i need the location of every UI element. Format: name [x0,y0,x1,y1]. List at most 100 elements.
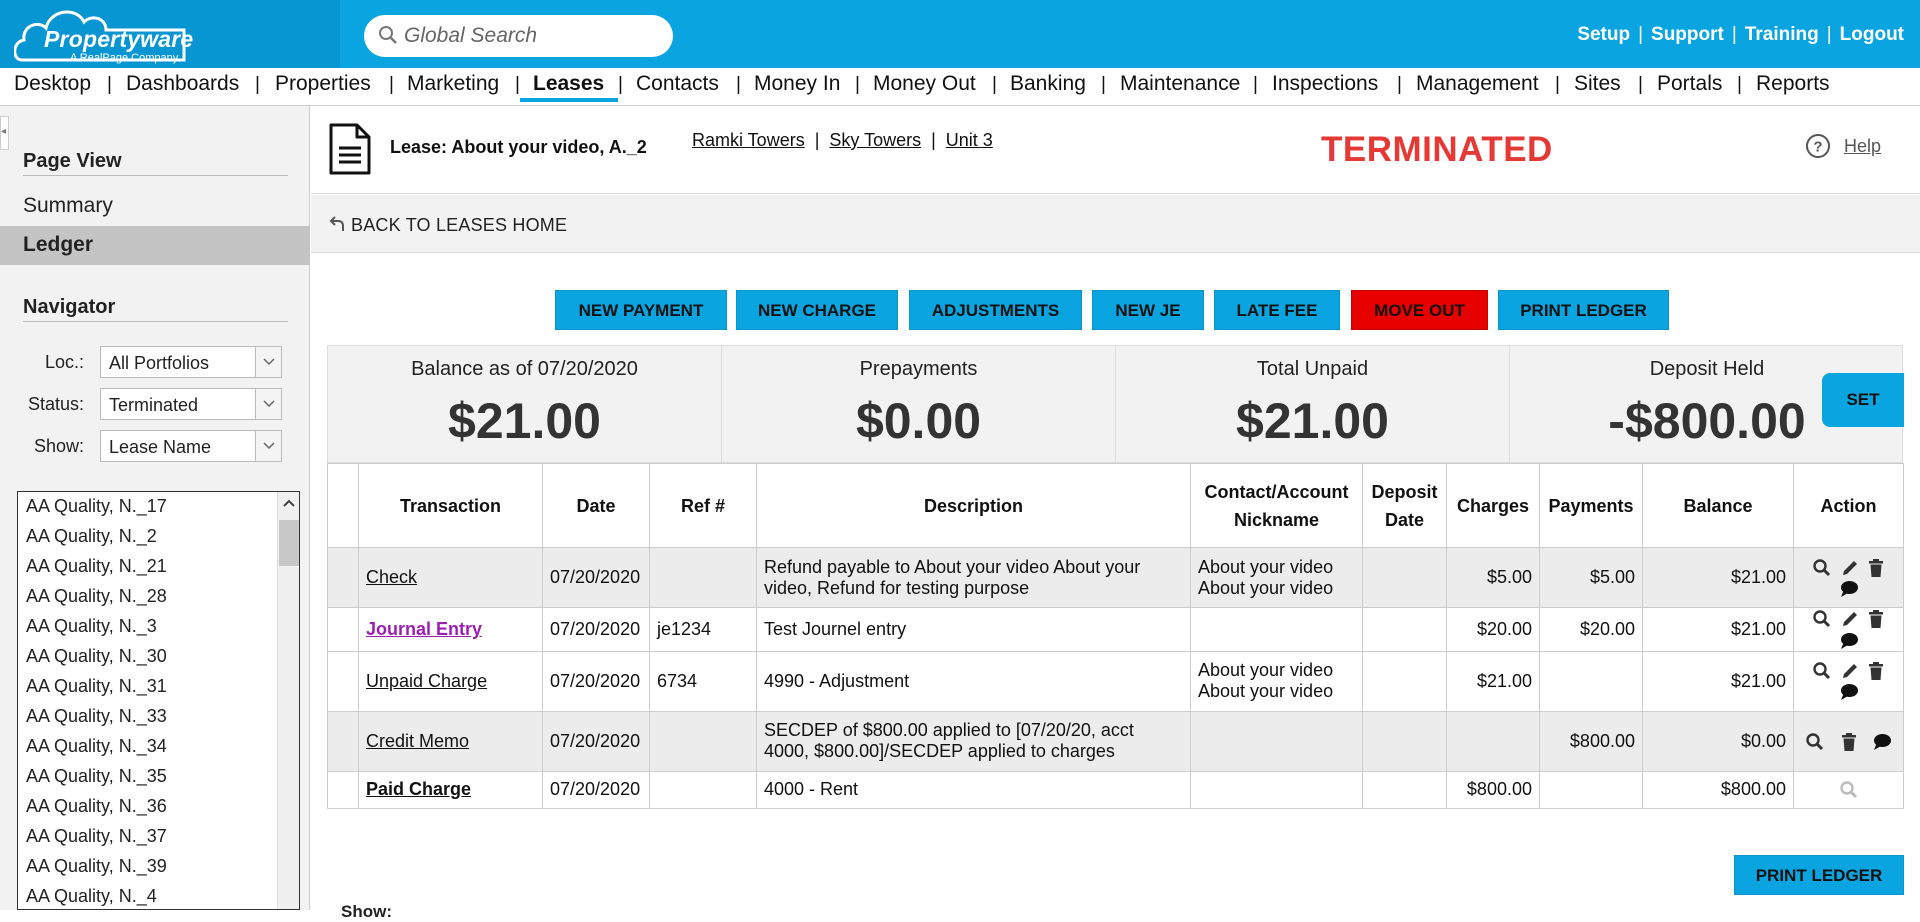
list-item[interactable]: AA Quality, N._21 [26,556,167,577]
nav-marketing[interactable]: Marketing [407,72,499,96]
scroll-thumb[interactable] [279,520,299,566]
cell-date: 07/20/2020 [542,770,650,809]
transaction-link[interactable]: Journal Entry [366,619,482,639]
column-header-date[interactable]: Date [542,463,650,548]
column-header-ref[interactable]: Ref # [649,463,757,548]
chevron-up-icon[interactable] [282,496,296,510]
adjustments-button[interactable]: ADJUSTMENTS [909,290,1082,330]
logout-link[interactable]: Logout [1840,24,1904,45]
nav-contacts[interactable]: Contacts [636,72,719,96]
transaction-link[interactable]: Paid Charge [366,779,471,799]
lease-list[interactable]: AA Quality, N._17 AA Quality, N._2 AA Qu… [17,491,300,910]
edit-icon[interactable] [1840,609,1860,629]
new-charge-button[interactable]: NEW CHARGE [736,290,898,330]
sidebar-item-label: Ledger [23,233,94,256]
page-view-heading: Page View [23,150,288,176]
list-item[interactable]: AA Quality, N._28 [26,586,167,607]
nav-properties[interactable]: Properties [275,72,371,96]
nav-sites[interactable]: Sites [1574,72,1621,96]
nav-portals[interactable]: Portals [1657,72,1722,96]
sidebar-item-summary[interactable]: Summary [23,194,113,218]
delete-icon[interactable] [1867,558,1885,578]
view-icon[interactable] [1812,558,1832,578]
training-link[interactable]: Training [1745,24,1819,45]
delete-icon[interactable] [1867,609,1885,629]
new-payment-button[interactable]: NEW PAYMENT [555,290,727,330]
column-header-deposit-date[interactable]: Deposit Date [1362,463,1447,548]
nav-inspections[interactable]: Inspections [1272,72,1378,96]
nav-money-out[interactable]: Money Out [873,72,976,96]
view-icon[interactable] [1812,609,1832,629]
status-label: Status: [27,394,84,414]
list-item[interactable]: AA Quality, N._39 [26,856,167,877]
list-item[interactable]: AA Quality, N._33 [26,706,167,727]
list-item[interactable]: AA Quality, N._3 [26,616,157,637]
late-fee-button[interactable]: LATE FEE [1214,290,1340,330]
move-out-button[interactable]: MOVE OUT [1351,290,1488,330]
print-ledger-button[interactable]: PRINT LEDGER [1498,290,1669,330]
print-ledger-bottom-button[interactable]: PRINT LEDGER [1734,855,1904,895]
edit-icon[interactable] [1840,661,1860,681]
list-item[interactable]: AA Quality, N._36 [26,796,167,817]
list-item[interactable]: AA Quality, N._17 [26,496,167,517]
loc-select[interactable]: All Portfolios [100,346,282,378]
breadcrumb-unit[interactable]: Unit 3 [946,130,993,150]
nav-dashboards[interactable]: Dashboards [126,72,239,96]
global-search[interactable] [364,15,673,57]
list-item[interactable]: AA Quality, N._4 [26,886,157,907]
comment-icon[interactable] [1839,579,1859,599]
search-input[interactable] [404,19,662,53]
comment-icon[interactable] [1839,631,1859,651]
column-header-contact[interactable]: Contact/Account Nickname [1190,463,1363,548]
help-icon[interactable]: ? [1805,133,1831,159]
breadcrumb-portfolio[interactable]: Ramki Towers [692,130,805,150]
nav-desktop[interactable]: Desktop [14,72,91,96]
comment-icon[interactable] [1839,682,1859,702]
view-icon[interactable] [1805,732,1825,752]
column-header-description[interactable]: Description [756,463,1191,548]
column-header-balance[interactable]: Balance [1642,463,1794,548]
list-item[interactable]: AA Quality, N._34 [26,736,167,757]
list-item[interactable]: AA Quality, N._31 [26,676,167,697]
back-to-leases-link[interactable]: BACK TO LEASES HOME [351,215,567,236]
list-scrollbar[interactable] [277,492,299,909]
setup-link[interactable]: Setup [1577,24,1630,45]
column-header-payments[interactable]: Payments [1539,463,1643,548]
nav-money-in[interactable]: Money In [754,72,840,96]
delete-icon[interactable] [1840,732,1858,752]
breadcrumb-building[interactable]: Sky Towers [829,130,921,150]
transaction-link[interactable]: Unpaid Charge [366,671,487,691]
view-icon[interactable] [1812,661,1832,681]
nav-reports[interactable]: Reports [1756,72,1830,96]
transaction-link[interactable]: Credit Memo [366,731,469,751]
cell-payments [1539,650,1643,712]
nav-maintenance[interactable]: Maintenance [1120,72,1240,96]
cell-charges: $800.00 [1446,770,1540,809]
status-select[interactable]: Terminated [100,388,282,420]
support-link[interactable]: Support [1651,24,1724,45]
summary-total-unpaid: Total Unpaid $21.00 [1116,346,1510,462]
help-link[interactable]: Help [1844,136,1881,157]
transaction-link[interactable]: Check [366,567,417,587]
list-item[interactable]: AA Quality, N._37 [26,826,167,847]
sidebar-item-ledger[interactable]: Ledger [0,226,310,265]
summary-value: $21.00 [448,393,601,449]
set-deposit-button[interactable]: SET [1822,373,1904,427]
table-row: Paid Charge 07/20/2020 4000 - Rent $800.… [327,770,1904,809]
list-item[interactable]: AA Quality, N._2 [26,526,157,547]
nav-banking[interactable]: Banking [1010,72,1086,96]
edit-icon[interactable] [1840,558,1860,578]
view-icon[interactable] [1839,780,1859,800]
delete-icon[interactable] [1867,661,1885,681]
logo[interactable]: Propertyware A RealPage Company [0,0,340,68]
column-header-transaction[interactable]: Transaction [358,463,543,548]
nav-management[interactable]: Management [1416,72,1539,96]
new-je-button[interactable]: NEW JE [1092,290,1204,330]
comment-icon[interactable] [1872,732,1892,752]
list-item[interactable]: AA Quality, N._35 [26,766,167,787]
sidebar-collapse-handle[interactable]: ◂ [0,116,9,150]
column-header-charges[interactable]: Charges [1446,463,1540,548]
nav-leases[interactable]: Leases [533,72,604,96]
list-item[interactable]: AA Quality, N._30 [26,646,167,667]
show-select[interactable]: Lease Name [100,430,282,462]
